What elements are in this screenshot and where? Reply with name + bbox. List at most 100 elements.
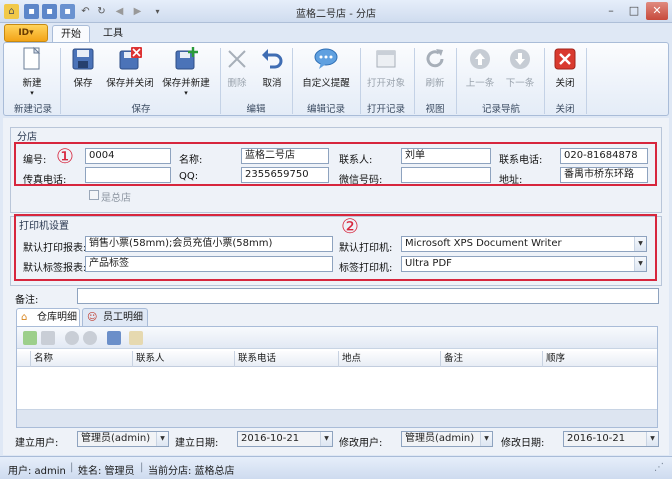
application-menu-button[interactable]: ID▾	[4, 24, 48, 42]
default-report-field[interactable]: 销售小票(58mm);会员充值小票(58mm)	[85, 236, 333, 252]
is-head-checkbox[interactable]	[89, 190, 99, 200]
code-label: 编号:	[23, 155, 47, 166]
contact-label: 联系人:	[339, 155, 373, 166]
resize-grip-icon[interactable]: ⋰	[654, 462, 664, 473]
default-printer-select[interactable]: Microsoft XPS Document Writer ▼	[401, 236, 647, 252]
add-row-icon[interactable]	[23, 331, 37, 345]
tab-employee-details[interactable]: ☺ 员工明细	[82, 308, 148, 327]
move-up-icon[interactable]	[65, 331, 79, 345]
maximize-button[interactable]: □	[623, 2, 645, 20]
phone-field[interactable]: 020-81684878	[560, 148, 648, 164]
status-user: 用户: admin	[8, 466, 66, 477]
house-icon: ⌂	[21, 312, 28, 323]
column-notes[interactable]: 备注	[441, 351, 543, 367]
status-branch: 当前分店: 蓝格总店	[148, 466, 235, 477]
tab-tools[interactable]: 工具	[96, 25, 130, 43]
chevron-down-icon[interactable]: ▼	[646, 432, 658, 446]
details-grid: 名称 联系人 联系电话 地点 备注 顺序	[16, 326, 658, 428]
label-printer-label: 标签打印机:	[339, 263, 393, 274]
settings-icon[interactable]	[129, 331, 143, 345]
move-down-icon[interactable]	[83, 331, 97, 345]
marker-2: ②	[341, 214, 359, 238]
group-label-edit: 编辑	[246, 104, 266, 115]
qq-field[interactable]: 2355659750	[241, 167, 329, 183]
wechat-label: 微信号码:	[339, 175, 383, 186]
close-button[interactable]: 关闭	[548, 46, 582, 89]
fax-field[interactable]	[85, 167, 171, 183]
save-button[interactable]: 保存	[66, 46, 100, 89]
chevron-down-icon[interactable]: ▼	[480, 432, 492, 446]
save-close-button[interactable]: 保存并关闭	[104, 46, 156, 89]
group-label-view: 视图	[425, 104, 445, 115]
close-window-button[interactable]: ✕	[646, 2, 668, 20]
title-bar: ⌂ ▪ ▪ ▪ ↶ ↻ ◀ ▶ ▾ 蓝格二号店 - 分店 – □ ✕	[0, 0, 672, 23]
form-content: 分店 ① 编号: 0004 名称: 蓝格二号店 联系人: 刘单 联系电话: 02…	[3, 118, 669, 455]
created-date-picker[interactable]: 2016-10-21 ▼	[237, 431, 333, 447]
contact-field[interactable]: 刘单	[401, 148, 491, 164]
close-red-icon	[552, 46, 578, 72]
floppy-disk-icon	[70, 46, 96, 72]
delete-button[interactable]: 删除	[224, 46, 250, 89]
column-name[interactable]: 名称	[31, 351, 133, 367]
group-label-save: 保存	[131, 104, 151, 115]
modified-by-label: 修改用户:	[339, 438, 383, 449]
wechat-field[interactable]	[401, 167, 491, 183]
ribbon-tabs: ID▾ 开始 工具	[0, 23, 672, 43]
save-new-button[interactable]: 保存并新建 ▾	[160, 46, 212, 97]
address-field[interactable]: 番禺市桥东环路	[560, 167, 648, 183]
phone-label: 联系电话:	[499, 155, 543, 166]
marker-1: ①	[56, 144, 74, 168]
chevron-down-icon[interactable]: ▼	[320, 432, 332, 446]
fax-label: 传真电话:	[23, 175, 67, 186]
column-phone[interactable]: 联系电话	[235, 351, 339, 367]
delete-row-icon[interactable]	[41, 331, 55, 345]
people-icon: ☺	[87, 312, 98, 323]
created-date-label: 建立日期:	[175, 438, 219, 449]
column-order[interactable]: 顺序	[543, 351, 657, 367]
group-label-edit-record: 编辑记录	[306, 104, 345, 115]
open-object-button[interactable]: 打开对象	[364, 46, 408, 89]
refresh-button[interactable]: 刷新	[418, 46, 452, 89]
address-label: 地址:	[499, 175, 523, 186]
speech-bubble-icon	[313, 46, 339, 72]
delete-x-icon	[224, 46, 250, 72]
prev-record-button[interactable]: 上一条	[462, 46, 498, 89]
open-object-icon	[373, 46, 399, 72]
new-button[interactable]: 新建 ▾	[14, 46, 50, 97]
new-document-icon	[19, 46, 45, 72]
export-icon[interactable]	[107, 331, 121, 345]
modified-date-label: 修改日期:	[501, 438, 545, 449]
chevron-down-icon[interactable]: ▼	[634, 257, 646, 271]
refresh-circle-icon	[422, 46, 448, 72]
notes-field[interactable]	[77, 288, 659, 304]
group-label-new-record: 新建记录	[13, 104, 52, 115]
label-printer-select[interactable]: Ultra PDF ▼	[401, 256, 647, 272]
tab-warehouse-details[interactable]: ⌂ 仓库明细	[16, 308, 80, 327]
modified-date-picker[interactable]: 2016-10-21 ▼	[563, 431, 659, 447]
group-label-close: 关闭	[555, 104, 575, 115]
chevron-down-icon[interactable]: ▼	[634, 237, 646, 251]
ribbon: 新建 ▾ 新建记录 保存 保存并关闭 保存并新建 ▾ 保存 删除 取消 编辑 自定义…	[3, 42, 669, 116]
save-close-icon	[117, 46, 143, 72]
code-field[interactable]: 0004	[85, 148, 171, 164]
up-arrow-circle-icon	[467, 46, 493, 72]
column-contact[interactable]: 联系人	[133, 351, 235, 367]
name-label: 名称:	[179, 155, 203, 166]
modified-by-select[interactable]: 管理员(admin) ▼	[401, 431, 493, 447]
custom-alert-button[interactable]: 自定义提醒	[298, 46, 354, 89]
cancel-button[interactable]: 取消	[258, 46, 286, 89]
created-by-label: 建立用户:	[15, 438, 59, 449]
status-name: 姓名: 管理员	[78, 466, 135, 477]
created-by-select[interactable]: 管理员(admin) ▼	[77, 431, 169, 447]
column-location[interactable]: 地点	[339, 351, 441, 367]
chevron-down-icon[interactable]: ▼	[156, 432, 168, 446]
default-label-report-field[interactable]: 产品标签	[85, 256, 333, 272]
tab-start[interactable]: 开始	[52, 25, 90, 43]
next-record-button[interactable]: 下一条	[502, 46, 538, 89]
default-label-report-label: 默认标签报表:	[23, 263, 87, 274]
is-head-label: 是总店	[101, 193, 131, 204]
name-field[interactable]: 蓝格二号店	[241, 148, 329, 164]
default-report-label: 默认打印报表:	[23, 243, 87, 254]
minimize-button[interactable]: –	[600, 2, 622, 20]
status-bar: 用户: admin | 姓名: 管理员 | 当前分店: 蓝格总店 ⋰	[0, 456, 672, 479]
